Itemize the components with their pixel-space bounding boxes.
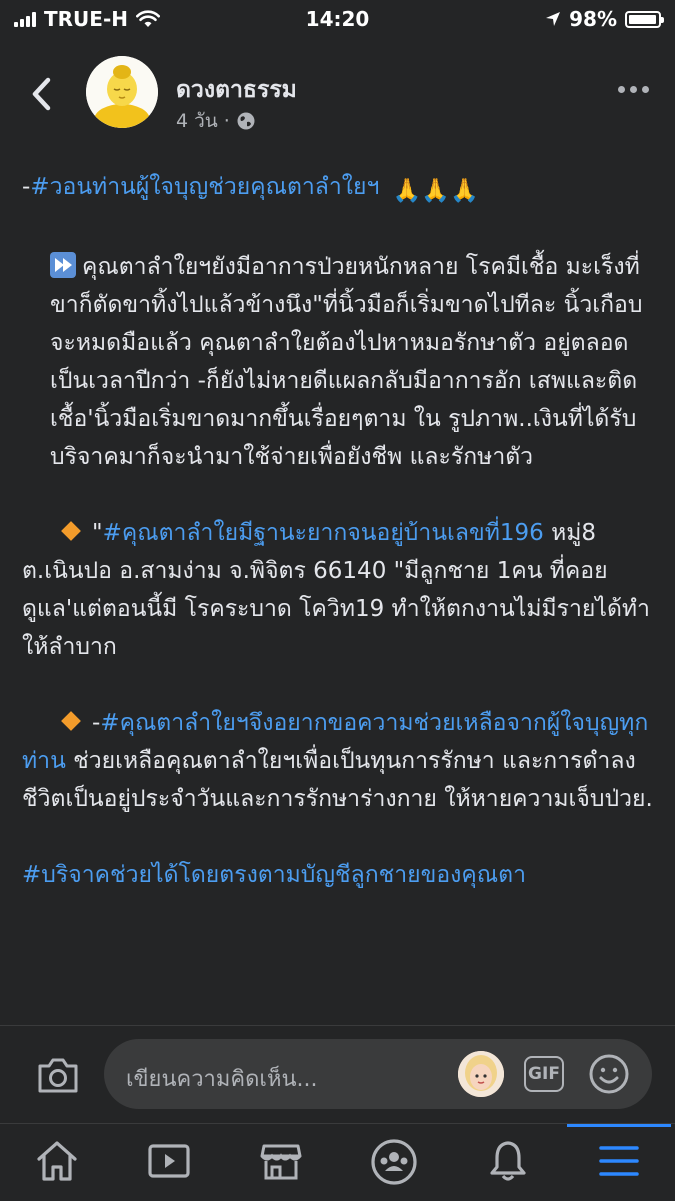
post-body: -#วอนท่านผู้ใจบุญช่วยคุณตาลำใยฯ 🙏🙏🙏 คุณต… bbox=[22, 168, 662, 894]
bottom-tab-bar bbox=[0, 1123, 675, 1201]
battery-percent: 98% bbox=[569, 7, 617, 31]
comment-placeholder: เขียนความคิดเห็น... bbox=[126, 1067, 318, 1092]
post-paragraph-5: #บริจาคช่วยได้โดยตรงตามบัญชีลูกชายของคุณ… bbox=[22, 856, 662, 894]
bell-icon[interactable] bbox=[486, 1138, 530, 1184]
hashtag-link[interactable]: #วอนท่านผู้ใจบุญช่วยคุณตาลำใยฯ bbox=[30, 174, 379, 200]
more-options-button[interactable] bbox=[618, 86, 649, 93]
meta-separator: · bbox=[223, 110, 230, 132]
post-paragraph-3: "#คุณตาลำใยมีฐานะยากจนอยู่บ้านเลขที่196 … bbox=[22, 520, 650, 660]
comment-input[interactable]: เขียนความคิดเห็น... GIF bbox=[104, 1039, 652, 1109]
home-icon[interactable] bbox=[34, 1138, 80, 1184]
post-paragraph-2: คุณตาลำใยฯยังมีอาการป่วยหนักหลาย โรคมีเช… bbox=[50, 252, 643, 470]
battery-icon bbox=[625, 10, 664, 28]
gif-button[interactable]: GIF bbox=[524, 1056, 564, 1092]
avatar-sticker-button[interactable] bbox=[458, 1051, 504, 1097]
comment-bar: เขียนความคิดเห็น... GIF bbox=[0, 1025, 675, 1124]
hashtag-link[interactable]: #บริจาคช่วยได้โดยตรงตามบัญชีลูกชายของคุณ… bbox=[22, 862, 526, 888]
orange-diamond-icon bbox=[61, 521, 81, 541]
smiley-icon[interactable] bbox=[588, 1053, 630, 1095]
hashtag-link[interactable]: #คุณตาลำใยมีฐานะยากจนอยู่บ้านเลขที่196 bbox=[103, 520, 544, 546]
location-arrow-icon bbox=[546, 12, 561, 26]
praying-hands-emoji: 🙏🙏🙏 bbox=[392, 178, 479, 204]
groups-icon[interactable] bbox=[370, 1138, 418, 1186]
carrier-label: TRUE-H bbox=[44, 7, 128, 31]
orange-diamond-icon bbox=[61, 711, 81, 731]
avatar-icon bbox=[458, 1051, 504, 1097]
wifi-icon bbox=[135, 10, 160, 27]
active-tab-indicator bbox=[567, 1124, 671, 1127]
chevron-left-icon[interactable] bbox=[26, 74, 60, 114]
cell-signal-icon bbox=[14, 11, 36, 27]
globe-icon bbox=[237, 112, 255, 130]
fast-forward-icon bbox=[50, 252, 76, 278]
buddha-image bbox=[86, 56, 158, 128]
post-meta: 4 วัน · bbox=[176, 106, 256, 136]
camera-icon[interactable] bbox=[36, 1056, 80, 1094]
post-paragraph-4: -#คุณตาลำใยฯจึงอยากขอความช่วยเหลือจากผู้… bbox=[22, 710, 653, 812]
watch-icon[interactable] bbox=[146, 1138, 192, 1184]
post-paragraph-1: -#วอนท่านผู้ใจบุญช่วยคุณตาลำใยฯ 🙏🙏🙏 bbox=[22, 168, 662, 210]
marketplace-icon[interactable] bbox=[258, 1138, 304, 1184]
post-time[interactable]: 4 วัน bbox=[176, 106, 218, 136]
more-horizontal-icon bbox=[618, 86, 625, 93]
page-avatar[interactable] bbox=[86, 56, 158, 128]
status-bar: TRUE-H 14:20 98% bbox=[0, 0, 675, 38]
menu-icon[interactable] bbox=[597, 1138, 641, 1184]
page-name[interactable]: ดวงตาธรรม bbox=[176, 72, 297, 108]
post-header: ดวงตาธรรม 4 วัน · bbox=[0, 50, 675, 140]
